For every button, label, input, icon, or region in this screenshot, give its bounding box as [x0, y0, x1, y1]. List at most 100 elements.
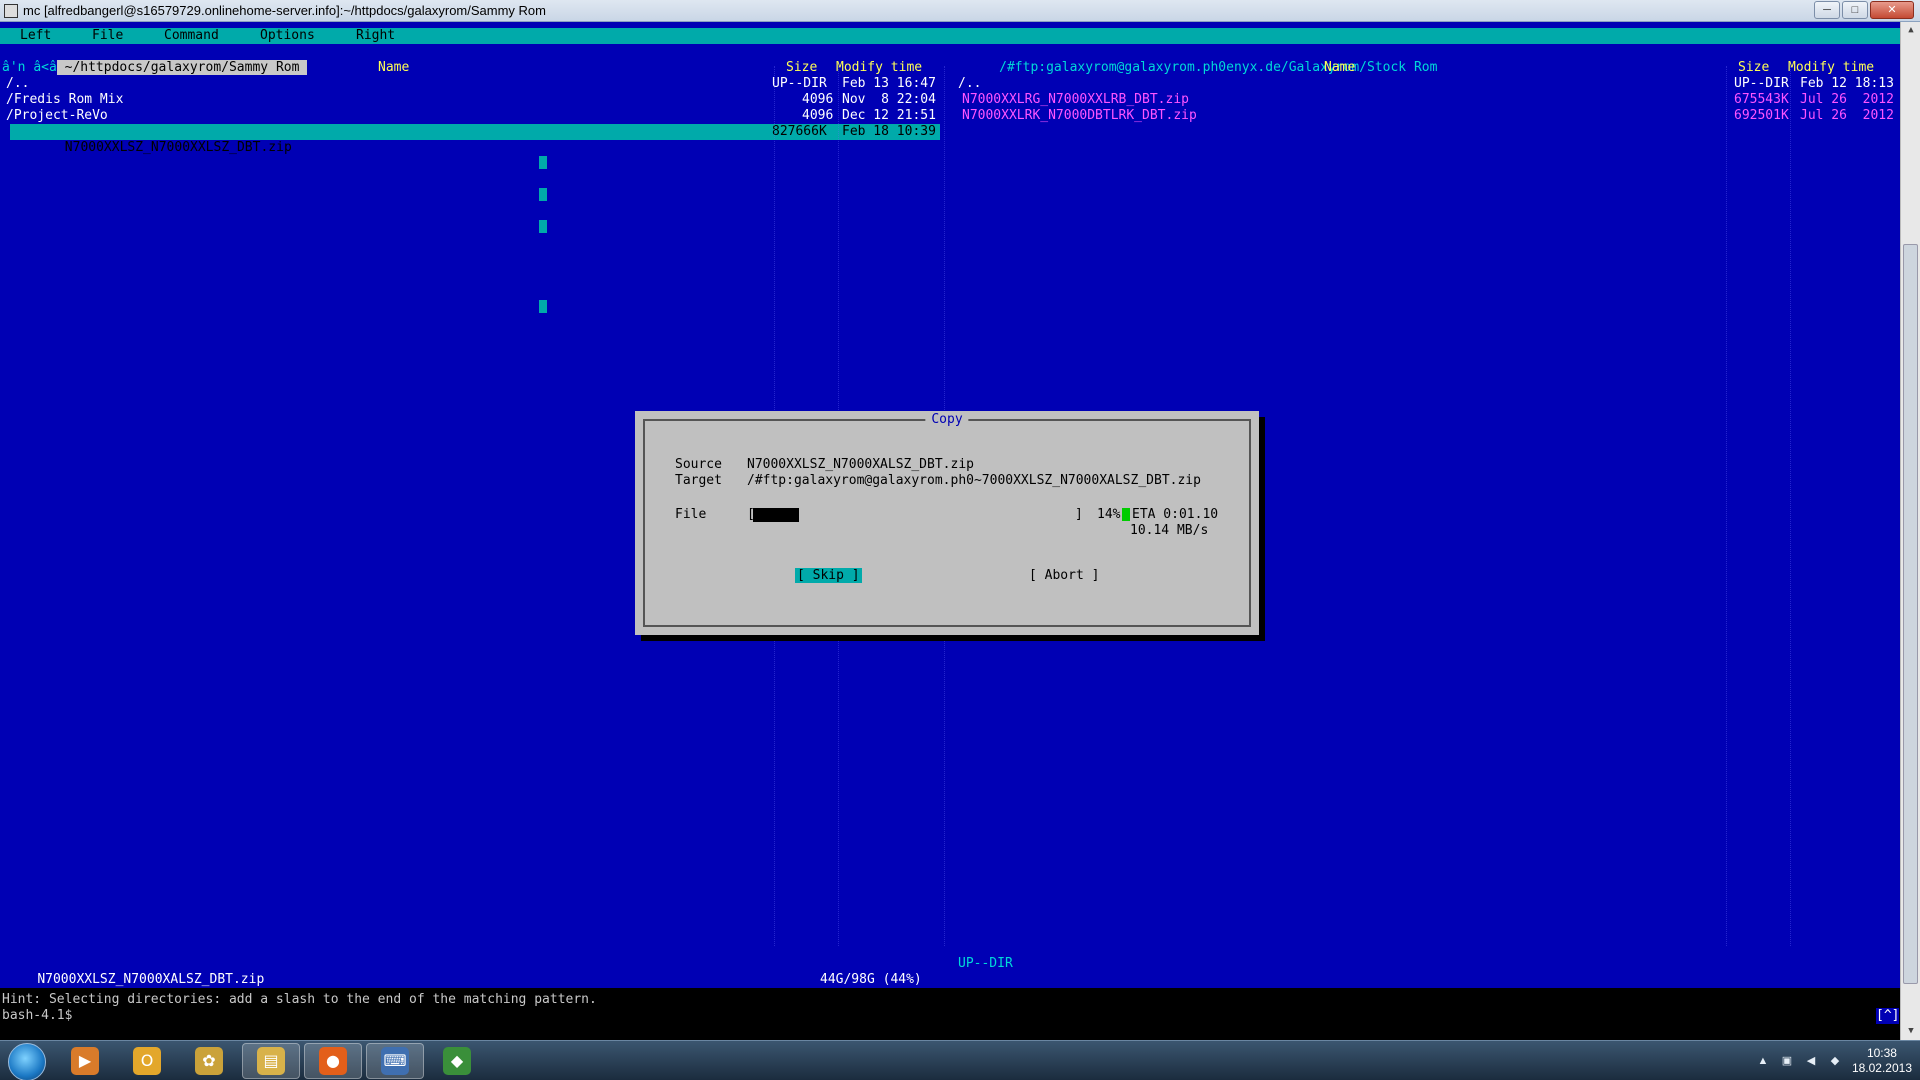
terminal-app-icon	[4, 3, 18, 18]
taskbar-button[interactable]: O	[118, 1043, 176, 1079]
prompt-indicator: [^]	[1876, 1008, 1900, 1024]
close-button[interactable]: ✕	[1870, 1, 1914, 19]
file-progress-fill	[753, 508, 800, 522]
transfer-speed: 10.14 MB/s	[1130, 523, 1209, 538]
tray-app-icon[interactable]: ◆	[1828, 1054, 1842, 1068]
window-controls: ─ □ ✕	[1814, 1, 1914, 19]
menu-left[interactable]: Left	[20, 28, 51, 44]
left-panel-path[interactable]: ~/httpdocs/galaxyrom/Sammy Rom	[56, 60, 308, 75]
taskbar-button[interactable]: ▶	[56, 1043, 114, 1079]
right-status-line: UP--DIR	[958, 956, 1013, 971]
window-scrollbar[interactable]: ▲ ▼	[1900, 22, 1920, 1040]
right-row-time: Feb 12 18:13	[1800, 76, 1894, 91]
taskbar-button[interactable]: ●	[304, 1043, 362, 1079]
menu-file[interactable]: File	[92, 28, 123, 44]
left-row-name: N7000XXLSZ_N7000XXLSZ_DBT.zip	[56, 140, 292, 155]
volume-icon[interactable]: ◀	[1804, 1054, 1818, 1068]
outlook-icon: O	[133, 1047, 161, 1075]
column-separator	[1790, 66, 1791, 946]
left-header-size[interactable]: Size	[786, 60, 817, 76]
right-header-name[interactable]: Name	[1324, 60, 1355, 76]
dialog-title: Copy	[925, 412, 969, 427]
network-icon[interactable]: ▣	[1780, 1054, 1794, 1068]
right-row-size: 692501K	[1734, 108, 1789, 123]
right-header-time[interactable]: Modify time	[1788, 60, 1874, 76]
clock[interactable]: 10:38 18.02.2013	[1852, 1046, 1912, 1076]
right-row-name[interactable]: N7000XXLRK_N7000DBTLRK_DBT.zip	[962, 108, 1197, 124]
left-header-name[interactable]: Name	[378, 60, 409, 76]
minimize-button[interactable]: ─	[1814, 1, 1840, 19]
left-status-file: N7000XXLSZ_N7000XALSZ_DBT.zip	[37, 972, 265, 987]
right-panel-path-row: /#ftp:galaxyrom@galaxyrom.ph0enyx.de/Gal…	[960, 44, 1445, 75]
right-row-size: UP--DIR	[1734, 76, 1789, 91]
progress-eta: ETA 0:01.10	[1132, 507, 1219, 522]
menu-command[interactable]: Command	[164, 28, 219, 44]
left-row-size: 827666K	[772, 124, 827, 140]
right-row-name[interactable]: /..	[958, 76, 981, 92]
file-progress-bar	[753, 508, 1083, 522]
panel-top-border: â<â ~/httpdocs/galaxyrom/Sammy Rom	[33, 60, 308, 75]
source-value: N7000XXLSZ_N7000XALSZ_DBT.zip	[747, 457, 974, 472]
disk-usage: 44G/98G (44%)	[820, 972, 922, 987]
left-row-name[interactable]: /Fredis Rom Mix	[6, 92, 123, 108]
left-header-prefix: â'n	[2, 60, 26, 75]
left-row-name[interactable]: /..	[6, 76, 29, 92]
scroll-up-icon[interactable]: ▲	[1901, 22, 1920, 39]
cursor-block	[1122, 508, 1130, 521]
abort-button[interactable]: [ Abort ]	[1027, 568, 1101, 583]
left-row-size: UP--DIR	[772, 76, 827, 91]
maximize-button[interactable]: □	[1842, 1, 1868, 19]
right-row-size: 675543K	[1734, 92, 1789, 107]
target-value: /#ftp:galaxyrom@galaxyrom.ph0~7000XXLSZ_…	[747, 473, 1201, 488]
window-titlebar: mc [alfredbangerl@s16579729.onlinehome-s…	[0, 0, 1920, 22]
system-tray: ▲ ▣ ◀ ◆ 10:38 18.02.2013	[1756, 1041, 1912, 1080]
clock-date: 18.02.2013	[1851, 1061, 1912, 1075]
right-panel-path[interactable]: /#ftp:galaxyrom@galaxyrom.ph0enyx.de/Gal…	[991, 60, 1445, 75]
cursor-mark	[539, 156, 547, 169]
explorer-icon: ▤	[257, 1047, 285, 1075]
left-row-size: 4096	[802, 92, 834, 107]
scroll-down-icon[interactable]: ▼	[1901, 1023, 1920, 1040]
left-row-name[interactable]: /Project-ReVo	[6, 108, 108, 124]
left-status-line: N7000XXLSZ_N7000XALSZ_DBT.zip	[6, 956, 264, 987]
menu-options[interactable]: Options	[260, 28, 315, 44]
left-row-time: Nov 8 22:04	[842, 92, 936, 107]
taskbar: ▶ O ✿ ▤ ● ⌨ ◆ ▲ ▣ ◀ ◆ 10:38 18.02.2013	[0, 1040, 1920, 1080]
media-player-icon: ▶	[71, 1047, 99, 1075]
left-row-time: Feb 13 16:47	[842, 76, 936, 91]
skip-button[interactable]: [ Skip ]	[795, 568, 862, 583]
left-row-time: Feb 18 10:39	[842, 124, 938, 140]
terminal-icon: ⌨	[381, 1047, 409, 1075]
file-label: File	[675, 507, 707, 522]
target-label: Target	[675, 473, 722, 488]
source-label: Source	[675, 457, 722, 472]
column-separator	[1726, 66, 1727, 946]
right-header-size[interactable]: Size	[1738, 60, 1769, 76]
hint-line: Hint: Selecting directories: add a slash…	[2, 992, 597, 1007]
start-button[interactable]	[8, 1043, 46, 1080]
scroll-thumb[interactable]	[1903, 244, 1918, 984]
left-row-size: 4096	[802, 108, 834, 123]
copy-dialog: Copy Source N7000XXLSZ_N7000XALSZ_DBT.zi…	[635, 411, 1259, 635]
network-tool-icon: ◆	[443, 1047, 471, 1075]
taskbar-button[interactable]: ✿	[180, 1043, 238, 1079]
right-row-name[interactable]: N7000XXLRG_N7000XXLRB_DBT.zip	[962, 92, 1189, 108]
shell-prompt[interactable]: bash-4.1$	[2, 1008, 72, 1024]
right-row-time: Jul 26 2012	[1800, 108, 1894, 123]
progress-percent: 14%	[1097, 507, 1121, 522]
firefox-icon: ●	[319, 1047, 347, 1075]
progress-close-bracket: ]	[1075, 507, 1083, 522]
tray-expand-icon[interactable]: ▲	[1756, 1054, 1770, 1068]
clock-time: 10:38	[1866, 1046, 1897, 1060]
cursor-mark	[539, 220, 547, 233]
taskbar-button[interactable]: ▤	[242, 1043, 300, 1079]
mc-menubar: Left File Command Options Right	[0, 28, 1900, 44]
taskbar-button[interactable]: ⌨	[366, 1043, 424, 1079]
left-header-time[interactable]: Modify time	[836, 60, 922, 76]
right-row-time: Jul 26 2012	[1800, 92, 1894, 107]
left-row-time: Dec 12 21:51	[842, 108, 936, 123]
cursor-mark	[539, 300, 547, 313]
taskbar-button[interactable]: ◆	[428, 1043, 486, 1079]
cursor-mark	[539, 188, 547, 201]
menu-right[interactable]: Right	[356, 28, 395, 44]
